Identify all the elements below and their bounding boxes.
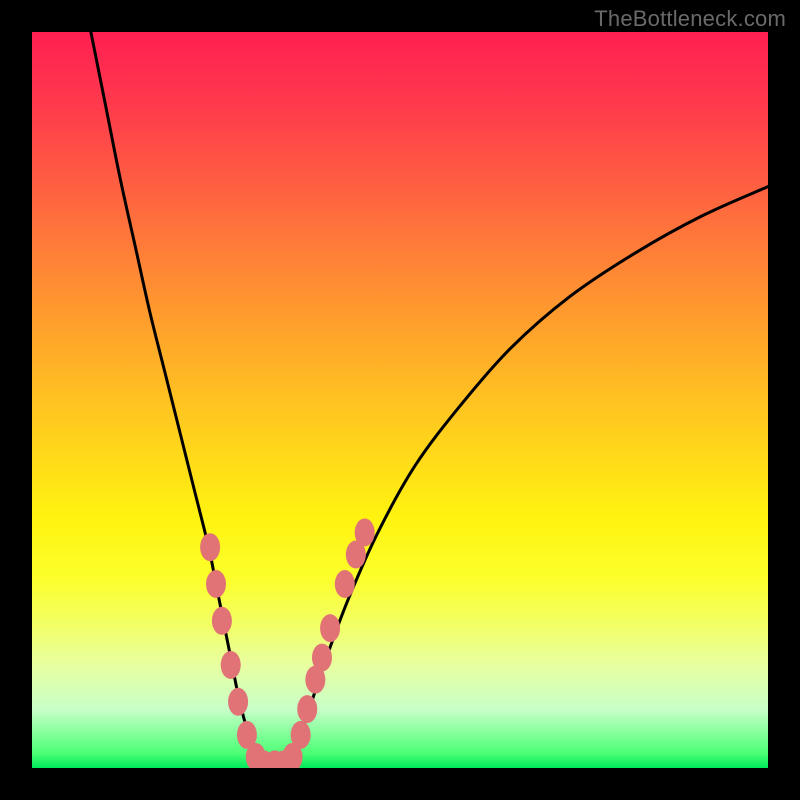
data-marker [335, 570, 355, 598]
data-marker [212, 607, 232, 635]
data-marker [297, 695, 317, 723]
data-marker [320, 614, 340, 642]
bottleneck-curve [91, 32, 768, 768]
data-marker [228, 688, 248, 716]
marker-group [200, 518, 375, 768]
watermark-text: TheBottleneck.com [594, 6, 786, 32]
curve-group [91, 32, 768, 768]
data-marker [200, 533, 220, 561]
plot-area [32, 32, 768, 768]
data-marker [355, 518, 375, 546]
data-marker [312, 644, 332, 672]
data-marker [206, 570, 226, 598]
data-marker [221, 651, 241, 679]
data-marker [291, 721, 311, 749]
chart-svg [32, 32, 768, 768]
outer-frame: TheBottleneck.com [0, 0, 800, 800]
